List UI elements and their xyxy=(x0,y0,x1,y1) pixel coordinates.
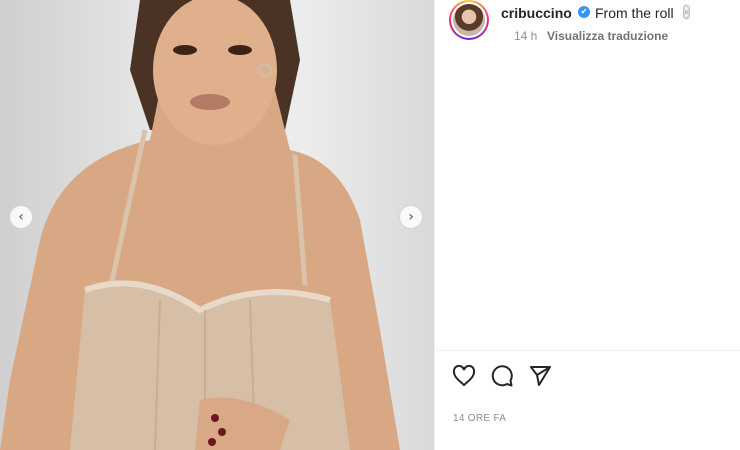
see-translation-link[interactable]: Visualizza traduzione xyxy=(547,29,668,43)
post-media[interactable]: ‹ › xyxy=(0,0,434,450)
post-caption: From the roll xyxy=(595,5,674,21)
username-link[interactable]: cribuccino xyxy=(501,5,572,21)
like-button[interactable] xyxy=(451,363,477,389)
previous-image-button[interactable]: ‹ xyxy=(9,205,33,229)
comment-button[interactable] xyxy=(489,363,515,389)
action-bar xyxy=(451,362,553,390)
divider xyxy=(435,350,740,351)
post-photo xyxy=(0,0,400,450)
share-button[interactable] xyxy=(527,363,553,389)
post-details-panel: cribuccino ✔ From the roll 🔗︎ 14 h Visua… xyxy=(434,0,740,450)
post-time: 14 h xyxy=(514,29,538,43)
send-icon xyxy=(530,366,551,386)
next-image-button[interactable]: › xyxy=(399,205,423,229)
post-age: 14 ORE FA xyxy=(453,413,507,424)
comment-icon xyxy=(491,365,513,387)
heart-icon xyxy=(452,364,476,387)
avatar[interactable] xyxy=(449,0,489,40)
post-header: cribuccino ✔ From the roll 🔗︎ 14 h Visua… xyxy=(447,0,740,50)
verified-badge-icon: ✔ xyxy=(578,6,590,18)
link-icon: 🔗︎ xyxy=(676,1,697,23)
chevron-right-icon: › xyxy=(408,209,414,225)
chevron-left-icon: ‹ xyxy=(18,209,24,225)
